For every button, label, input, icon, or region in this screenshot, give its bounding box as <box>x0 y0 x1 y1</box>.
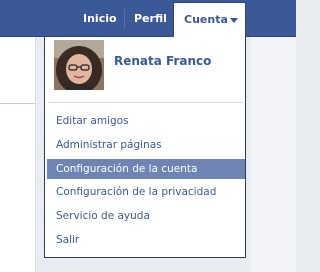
nav-link-perfil[interactable]: Perfil <box>134 12 167 25</box>
menu-item-configuracion-privacidad[interactable]: Configuración de la privacidad <box>47 182 245 202</box>
menu-divider <box>49 102 243 103</box>
account-dropdown-menu: Renata Franco Editar amigos Administrar … <box>44 37 246 258</box>
menu-item-servicio-ayuda[interactable]: Servicio de ayuda <box>47 206 245 226</box>
menu-item-salir[interactable]: Salir <box>47 230 245 250</box>
nav-link-inicio[interactable]: Inicio <box>83 12 117 25</box>
menu-item-administrar-paginas[interactable]: Administrar páginas <box>47 135 245 155</box>
menu-item-configuracion-cuenta[interactable]: Configuración de la cuenta <box>47 159 245 179</box>
page-background-right <box>250 37 296 272</box>
profile-name[interactable]: Renata Franco <box>114 54 211 68</box>
page-background <box>0 37 36 272</box>
nav-separator <box>124 9 125 28</box>
avatar-photo <box>54 40 104 90</box>
account-menu-label: Cuenta <box>184 13 228 26</box>
menu-item-editar-amigos[interactable]: Editar amigos <box>47 111 245 131</box>
account-menu-button[interactable]: Cuenta <box>173 2 246 38</box>
profile-entry[interactable]: Renata Franco <box>54 40 244 96</box>
page-divider <box>0 103 36 104</box>
screen: Inicio Perfil Cuenta Renata Franco Edita… <box>0 0 296 272</box>
avatar[interactable] <box>54 40 104 90</box>
top-navigation-bar: Inicio Perfil Cuenta <box>0 0 296 38</box>
chevron-down-icon <box>230 18 238 23</box>
